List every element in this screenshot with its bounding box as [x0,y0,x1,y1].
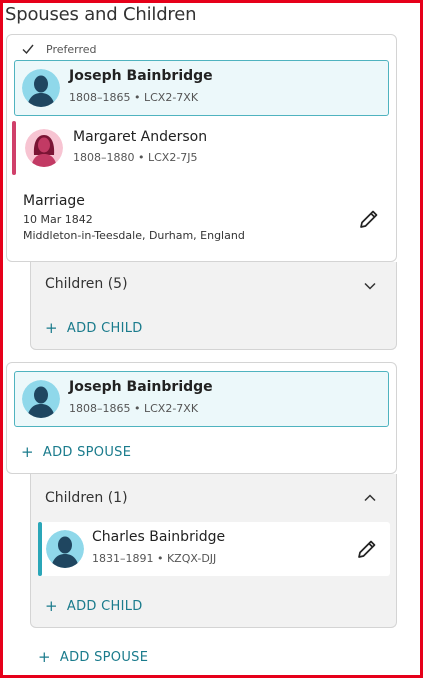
person-card-selected[interactable]: Joseph Bainbridge 1808–1865 • LCX2-7XK [14,371,389,427]
male-avatar-icon [46,530,84,568]
event-place: Middleton-in-Teesdale, Durham, England [23,229,245,242]
child-card[interactable]: Charles Bainbridge 1831–1891 • KZQX-DJJ [38,522,390,576]
preferred-indicator: Preferred [21,42,97,56]
spouse-name: Margaret Anderson [73,129,208,145]
child-name: Charles Bainbridge [92,529,226,545]
section-title: Spouses and Children [5,4,197,25]
add-spouse-button[interactable]: + ADD SPOUSE [21,443,131,461]
check-icon [22,44,34,55]
add-spouse-label: ADD SPOUSE [59,649,149,665]
person-name: Joseph Bainbridge [69,379,213,395]
add-spouse-label: ADD SPOUSE [42,444,132,460]
family-card: Joseph Bainbridge 1808–1865 • LCX2-7XK +… [6,362,397,474]
person-card-selected[interactable]: Joseph Bainbridge 1808–1865 • LCX2-7XK [14,60,389,116]
spouse-card[interactable]: Margaret Anderson 1808–1880 • LCX2-7J5 [12,121,392,175]
add-spouse-button[interactable]: + ADD SPOUSE [38,648,148,666]
chevron-down-icon[interactable] [362,278,378,294]
person-meta: 1808–1865 • LCX2-7XK [69,91,199,104]
children-panel: Children (1) Charles Bainbridge 1831–189… [30,474,397,628]
children-header[interactable]: Children (1) [45,490,128,506]
event-title: Marriage [23,193,85,209]
edit-pencil-icon[interactable] [355,537,379,561]
preferred-label: Preferred [46,42,97,56]
person-meta: 1808–1865 • LCX2-7XK [69,402,199,415]
male-avatar-icon [22,69,60,107]
chevron-up-icon[interactable] [362,490,378,506]
child-indicator-bar [38,522,42,576]
family-card-preferred: Preferred Joseph Bainbridge 1808–1865 • … [6,34,397,262]
add-child-label: ADD CHILD [66,598,143,614]
male-avatar-icon [22,380,60,418]
plus-icon: + [45,597,58,615]
children-panel: Children (5) + ADD CHILD [30,262,397,350]
child-meta: 1831–1891 • KZQX-DJJ [92,552,217,565]
add-child-label: ADD CHILD [66,320,143,336]
event-date: 10 Mar 1842 [23,213,93,226]
children-header[interactable]: Children (5) [45,276,128,292]
add-child-button[interactable]: + ADD CHILD [45,597,143,615]
person-name: Joseph Bainbridge [69,68,213,84]
edit-pencil-icon[interactable] [357,207,381,231]
spouse-meta: 1808–1880 • LCX2-7J5 [73,151,198,164]
female-indicator-bar [12,121,16,175]
plus-icon: + [38,648,51,666]
plus-icon: + [45,319,58,337]
female-avatar-icon [25,129,63,167]
plus-icon: + [21,443,34,461]
add-child-button[interactable]: + ADD CHILD [45,319,143,337]
